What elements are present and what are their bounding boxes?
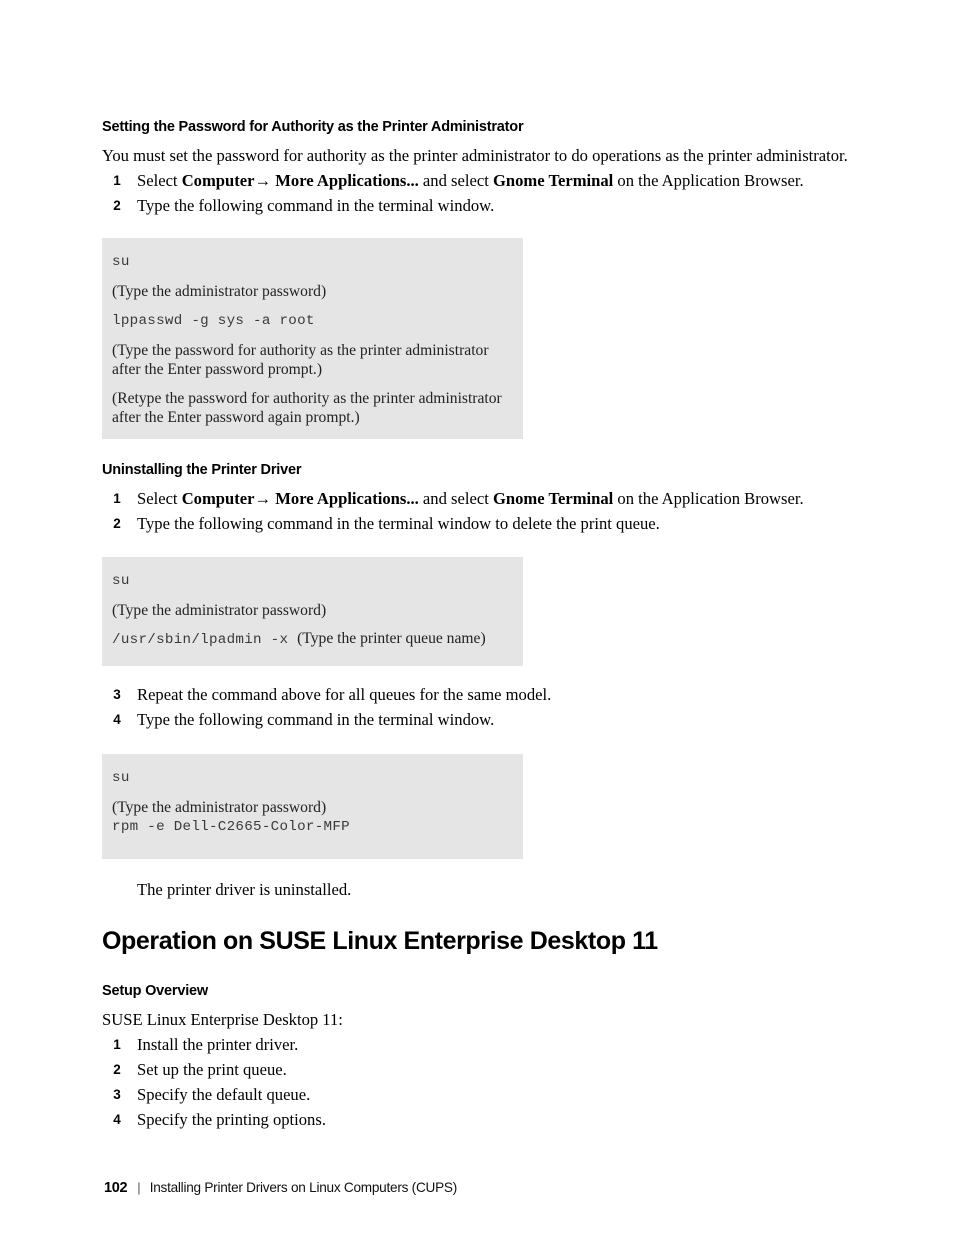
suse-intro-text: SUSE Linux Enterprise Desktop 11: xyxy=(102,1010,343,1029)
command-note: (Type the password for authority as the … xyxy=(112,342,489,378)
step-text: Type the following command in the termin… xyxy=(137,710,495,729)
menu-path-label: Computer→ More Applications... xyxy=(181,171,419,190)
step-text-post: on the Application Browser. xyxy=(613,171,804,190)
command-text: su xyxy=(112,573,130,589)
step-text: Select Computer→ More Applications... an… xyxy=(137,489,804,508)
step-text-pre: Select xyxy=(137,171,182,190)
code-row: (Type the password for authority as the … xyxy=(112,341,513,379)
code-row: rpm -e Dell-C2665-Color-MFP xyxy=(112,817,513,837)
step-text: Repeat the command above for all queues … xyxy=(137,685,552,704)
command-note: (Type the administrator password) xyxy=(112,602,327,619)
footer-page-number: 102 xyxy=(104,1180,128,1196)
section-heading-uninstalling-driver: Uninstalling the Printer Driver xyxy=(102,462,302,478)
page-footer: 102 | Installing Printer Drivers on Linu… xyxy=(104,1180,457,1196)
command-text: /usr/sbin/lpadmin -x xyxy=(112,632,298,648)
step-text: Set up the print queue. xyxy=(137,1060,287,1079)
section-heading-setup-overview: Setup Overview xyxy=(102,983,208,999)
command-text: su xyxy=(112,254,130,270)
step-text: Install the printer driver. xyxy=(137,1035,299,1054)
command-text: su xyxy=(112,770,130,786)
step-number: 3 xyxy=(113,687,121,702)
list-item: 1 Select Computer→ More Applications... … xyxy=(102,488,854,509)
section-heading-setting-password: Setting the Password for Authority as th… xyxy=(102,119,524,135)
command-text: lppasswd -g sys -a root xyxy=(112,313,315,329)
step-number: 2 xyxy=(113,516,121,531)
step-number: 1 xyxy=(113,491,121,506)
step-number: 1 xyxy=(113,1037,121,1052)
step-text-mid: and select xyxy=(418,171,493,190)
page-content: Setting the Password for Authority as th… xyxy=(102,118,854,1130)
step-text: Specify the default queue. xyxy=(137,1085,311,1104)
page-title: Operation on SUSE Linux Enterprise Deskt… xyxy=(102,927,658,955)
code-row: lppasswd -g sys -a root xyxy=(112,311,513,331)
code-row: (Retype the password for authority as th… xyxy=(112,389,513,427)
uninstall-result-text: The printer driver is uninstalled. xyxy=(137,880,352,899)
code-block-delete-queue: su (Type the administrator password) /us… xyxy=(102,557,523,666)
step-number: 2 xyxy=(113,198,121,213)
app-name-label: Gnome Terminal xyxy=(492,489,614,508)
step-number: 4 xyxy=(113,712,121,727)
code-row: (Type the administrator password) xyxy=(112,601,513,620)
code-block-set-password: su (Type the administrator password) lpp… xyxy=(102,238,523,439)
menu-path-label: Computer→ More Applications... xyxy=(181,489,419,508)
step-text-mid: and select xyxy=(418,489,493,508)
code-row: /usr/sbin/lpadmin -x (Type the printer q… xyxy=(112,630,513,650)
steps-list-uninstall-continued: 3 Repeat the command above for all queue… xyxy=(102,684,854,730)
step-number: 3 xyxy=(113,1087,121,1102)
list-item: 1 Select Computer→ More Applications... … xyxy=(102,170,854,191)
code-row: su xyxy=(112,252,513,272)
list-item: 4 Type the following command in the term… xyxy=(102,709,854,730)
step-number: 1 xyxy=(113,173,121,188)
steps-list-uninstall: 1 Select Computer→ More Applications... … xyxy=(102,488,854,534)
step-text: Type the following command in the termin… xyxy=(137,514,660,533)
steps-list-setup-overview: 1 Install the printer driver. 2 Set up t… xyxy=(102,1034,854,1130)
step-number: 2 xyxy=(113,1062,121,1077)
command-note: (Retype the password for authority as th… xyxy=(112,390,502,426)
step-text: Type the following command in the termin… xyxy=(137,196,495,215)
list-item: 3 Repeat the command above for all queue… xyxy=(102,684,854,705)
list-item: 1 Install the printer driver. xyxy=(102,1034,854,1055)
code-block-rpm-erase: su (Type the administrator password) rpm… xyxy=(102,754,523,859)
step-text-post: on the Application Browser. xyxy=(613,489,804,508)
list-item: 3 Specify the default queue. xyxy=(102,1084,854,1105)
list-item: 4 Specify the printing options. xyxy=(102,1109,854,1130)
footer-separator: | xyxy=(137,1180,141,1195)
code-row: (Type the administrator password) xyxy=(112,282,513,301)
step-text: Select Computer→ More Applications... an… xyxy=(137,171,804,190)
command-note: (Type the administrator password) xyxy=(112,283,327,300)
list-item: 2 Type the following command in the term… xyxy=(102,513,854,534)
footer-chapter-title: Installing Printer Drivers on Linux Comp… xyxy=(149,1180,458,1195)
command-text: rpm -e Dell-C2665-Color-MFP xyxy=(112,819,350,835)
command-note: (Type the printer queue name) xyxy=(297,630,486,647)
code-row: su xyxy=(112,768,513,788)
app-name-label: Gnome Terminal xyxy=(492,171,614,190)
list-item: 2 Set up the print queue. xyxy=(102,1059,854,1080)
step-text-pre: Select xyxy=(137,489,182,508)
code-row: (Type the administrator password) xyxy=(112,798,513,817)
steps-list-password: 1 Select Computer→ More Applications... … xyxy=(102,170,854,216)
step-number: 4 xyxy=(113,1112,121,1127)
command-note: (Type the administrator password) xyxy=(112,799,327,816)
step-text: Specify the printing options. xyxy=(137,1110,326,1129)
code-row: su xyxy=(112,571,513,591)
list-item: 2 Type the following command in the term… xyxy=(102,195,854,216)
intro-paragraph: You must set the password for authority … xyxy=(102,146,848,165)
document-page: Setting the Password for Authority as th… xyxy=(0,0,954,1235)
